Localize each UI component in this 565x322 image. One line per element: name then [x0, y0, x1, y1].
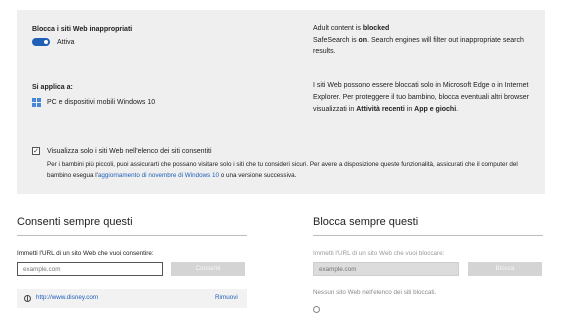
toggle-knob — [44, 40, 48, 44]
remove-site-link[interactable]: Rimuovi — [215, 293, 238, 303]
safesearch-status: SafeSearch is on. Search engines will fi… — [313, 37, 524, 55]
safesearch-value: on — [358, 37, 368, 44]
allow-button[interactable]: Consenti — [171, 262, 245, 276]
check-icon: ✓ — [33, 147, 39, 155]
edge-browser-note: I siti Web possono essere bloccati solo … — [313, 82, 529, 113]
allow-section-title: Consenti sempre questi — [17, 216, 133, 228]
apps-games-link: App e giochi — [414, 106, 457, 113]
allowlist-checkbox-label: Visualizza solo i siti Web nell'elenco d… — [47, 148, 212, 155]
recent-activity-link: Attività recenti — [356, 106, 405, 113]
adult-content-status: Adult content is blocked — [313, 25, 390, 32]
status-value: blocked — [362, 25, 390, 32]
blocked-icon — [313, 306, 320, 313]
blocked-list-empty-message: Nessun sito Web nell'elenco dei siti blo… — [313, 289, 437, 296]
block-inappropriate-title: Blocca i siti Web inappropriati — [32, 26, 133, 33]
globe-icon — [24, 295, 31, 302]
allow-url-input[interactable] — [17, 262, 163, 276]
allowed-site-url[interactable]: http://www.disney.com — [36, 293, 98, 303]
windows-update-link[interactable]: aggiornamento di novembre di Windows 10 — [98, 172, 219, 179]
block-button[interactable]: Blocca — [468, 262, 542, 276]
applies-to-title: Si applica a: — [32, 84, 73, 91]
allowlist-only-checkbox[interactable]: ✓ — [32, 147, 40, 155]
block-toggle[interactable] — [32, 38, 50, 46]
windows-icon — [32, 98, 41, 107]
block-divider — [313, 235, 543, 236]
toggle-state-label: Attiva — [57, 39, 75, 46]
device-label: PC e dispositivi mobili Windows 10 — [47, 99, 156, 106]
block-section-title: Blocca sempre questi — [313, 216, 419, 228]
allowlist-description: Per i bambini più piccoli, puoi assicura… — [47, 161, 518, 179]
block-url-input[interactable] — [313, 262, 459, 276]
allowed-site-row: http://www.disney.com Rimuovi — [17, 289, 247, 308]
allow-divider — [17, 235, 247, 236]
block-prompt: Immetti l'URL di un sito Web che vuoi bl… — [313, 250, 445, 257]
allow-prompt: Immetti l'URL di un sito Web che vuoi co… — [17, 250, 154, 257]
